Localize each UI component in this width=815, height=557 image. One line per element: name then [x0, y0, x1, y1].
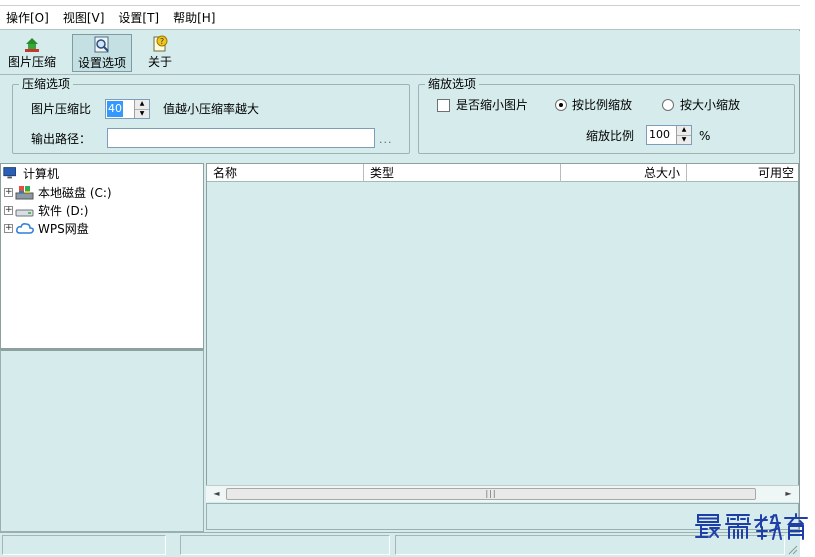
compress-options-legend: 压缩选项 — [19, 77, 74, 91]
scroll-right-icon[interactable]: ► — [780, 486, 797, 502]
preview-panel — [0, 349, 204, 532]
browse-button[interactable]: ... — [379, 133, 393, 146]
menu-settings[interactable]: 设置[T] — [111, 6, 166, 30]
menu-operate[interactable]: 操作[O] — [0, 6, 56, 30]
scale-ratio-value[interactable]: 100 — [647, 126, 676, 144]
scroll-left-icon[interactable]: ◄ — [208, 486, 225, 502]
compress-ratio-arrows[interactable]: ▲ ▼ — [134, 100, 149, 118]
tree-item-computer[interactable]: 计算机 — [2, 165, 59, 181]
compress-ratio-label: 图片压缩比 — [31, 102, 92, 116]
scale-ratio-label: 缩放比例 — [586, 129, 635, 143]
horizontal-scrollbar[interactable]: ◄ ||| ► — [206, 485, 799, 502]
output-path-label: 输出路径： — [31, 132, 92, 146]
column-free-space[interactable]: 可用空 — [687, 164, 798, 182]
scale-ratio-spinner[interactable]: 100 ▲ ▼ — [646, 125, 692, 145]
magnifier-settings-icon — [94, 36, 109, 53]
scale-by-size-radio[interactable] — [662, 99, 674, 111]
status-cell-2 — [180, 535, 390, 555]
settings-options-label: 设置选项 — [77, 56, 126, 70]
folder-tree[interactable]: 计算机 + 本地磁盘 (C:) + 软件 (D:) + WPS网盘 — [0, 163, 204, 349]
svg-text:?: ? — [160, 37, 164, 46]
about-label: 关于 — [148, 55, 173, 69]
list-header: 名称 类型 总大小 可用空 — [207, 164, 798, 182]
toolbar: 图片压缩 设置选项 ? 关于 — [0, 31, 800, 75]
compress-options-group: 压缩选项 图片压缩比 40 ▲ ▼ 值越小压缩率越大 输出路径： ... — [12, 77, 410, 154]
shrink-image-checkbox[interactable] — [437, 99, 450, 112]
resize-grip-icon[interactable] — [786, 543, 798, 555]
menu-help[interactable]: 帮助[H] — [166, 6, 222, 30]
about-button[interactable]: ? 关于 — [148, 34, 172, 72]
output-path-input[interactable] — [107, 128, 375, 148]
tree-item-local-disk-c[interactable]: + 本地磁盘 (C:) — [4, 184, 112, 200]
scale-ratio-arrows[interactable]: ▲ ▼ — [676, 126, 691, 144]
scale-by-size-label: 按大小缩放 — [680, 98, 741, 112]
computer-icon — [3, 167, 16, 179]
cloud-icon — [16, 223, 34, 234]
menu-bar: 操作[O] 视图[V] 设置[T] 帮助[H] — [0, 6, 800, 30]
expand-toggle-icon[interactable]: + — [4, 187, 13, 197]
drive-icon — [15, 209, 34, 217]
column-total-size[interactable]: 总大小 — [561, 164, 687, 182]
watermark-logo — [695, 513, 808, 540]
expand-toggle-icon[interactable]: + — [4, 223, 13, 233]
image-compress-button[interactable]: 图片压缩 — [8, 34, 56, 72]
tree-item-wps-cloud[interactable]: + WPS网盘 — [4, 220, 89, 236]
tree-item-software-d[interactable]: + 软件 (D:) — [4, 202, 88, 218]
spin-up-icon[interactable]: ▲ — [135, 100, 149, 109]
compress-ratio-spinner[interactable]: 40 ▲ ▼ — [105, 99, 150, 119]
scale-by-ratio-label: 按比例缩放 — [572, 98, 633, 112]
tree-item-label: 本地磁盘 (C:) — [38, 185, 112, 200]
scale-options-group: 缩放选项 是否缩小图片 按比例缩放 按大小缩放 缩放比例 100 ▲ ▼ % — [418, 77, 795, 154]
column-type[interactable]: 类型 — [364, 164, 561, 182]
local-disk-icon — [15, 186, 34, 200]
shrink-image-label: 是否缩小图片 — [456, 98, 529, 112]
compress-ratio-value[interactable]: 40 — [107, 101, 123, 117]
spin-down-icon[interactable]: ▼ — [135, 108, 149, 119]
scale-ratio-unit: % — [699, 129, 711, 143]
expand-toggle-icon[interactable]: + — [4, 205, 13, 215]
spin-up-icon[interactable]: ▲ — [677, 126, 691, 135]
spin-down-icon[interactable]: ▼ — [677, 134, 691, 145]
tree-item-label: 软件 (D:) — [38, 203, 89, 218]
menu-view[interactable]: 视图[V] — [56, 6, 112, 30]
compress-ratio-hint: 值越小压缩率越大 — [163, 102, 260, 116]
tree-item-label: WPS网盘 — [38, 221, 89, 236]
status-cell-1 — [2, 535, 166, 555]
column-name[interactable]: 名称 — [207, 164, 364, 182]
scale-by-ratio-radio[interactable] — [555, 99, 567, 111]
status-bar — [0, 532, 800, 557]
settings-options-button[interactable]: 设置选项 — [72, 34, 132, 72]
scale-options-legend: 缩放选项 — [425, 77, 480, 91]
scroll-thumb[interactable]: ||| — [226, 488, 756, 500]
image-compress-label: 图片压缩 — [8, 55, 57, 69]
file-list[interactable]: 名称 类型 总大小 可用空 — [206, 163, 799, 502]
compress-icon — [25, 38, 39, 52]
help-document-icon: ? — [153, 35, 168, 52]
tree-item-label: 计算机 — [23, 166, 60, 181]
app-window: 操作[O] 视图[V] 设置[T] 帮助[H] 图片压缩 设置选项 ? 关于 压… — [0, 0, 800, 557]
